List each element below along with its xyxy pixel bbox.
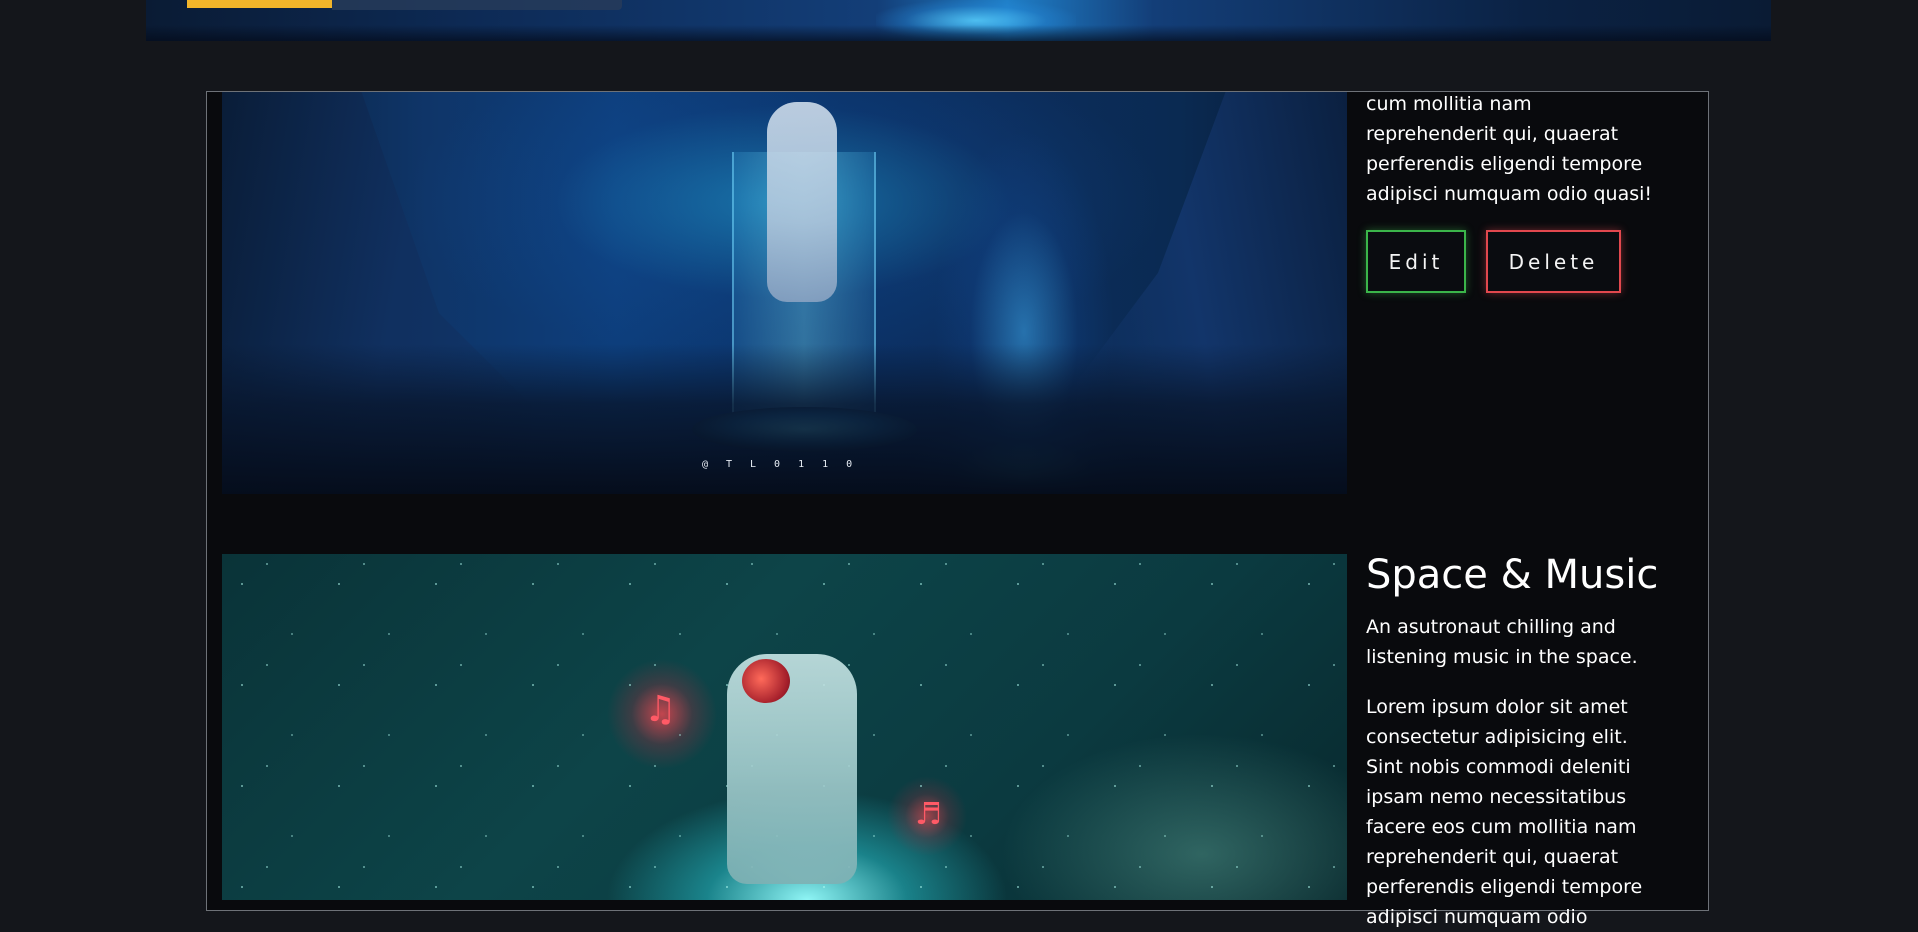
banner-ground [146,25,1771,41]
astronaut-helmet [742,659,790,703]
card-2-description: Lorem ipsum dolor sit amet consectetur a… [1366,696,1643,928]
astronaut-hologram-image: @TL0110 [222,92,1347,494]
space-music-image: ♫ ♬ [222,554,1347,900]
delete-button[interactable]: Delete [1486,230,1621,293]
card-1-text: cum mollitia nam reprehenderit qui, quae… [1366,89,1666,209]
edit-button[interactable]: Edit [1366,230,1466,293]
music-note-icon: ♫ [644,689,677,730]
previous-card-image [146,0,1771,41]
ground-shadow [222,344,1347,494]
card-1-description: cum mollitia nam reprehenderit qui, quae… [1366,93,1653,205]
card-title: Space & Music [1366,552,1659,598]
card-2-text: Space & Music An asutronaut chilling and… [1366,550,1666,932]
astronaut-figure [767,102,837,302]
banner-thumbnail-strip [332,0,622,10]
image-credit: @TL0110 [702,459,871,470]
banner-thumbnail [187,0,332,8]
music-note-icon: ♬ [915,797,942,832]
card-subtitle: An asutronaut chilling and listening mus… [1366,616,1638,668]
